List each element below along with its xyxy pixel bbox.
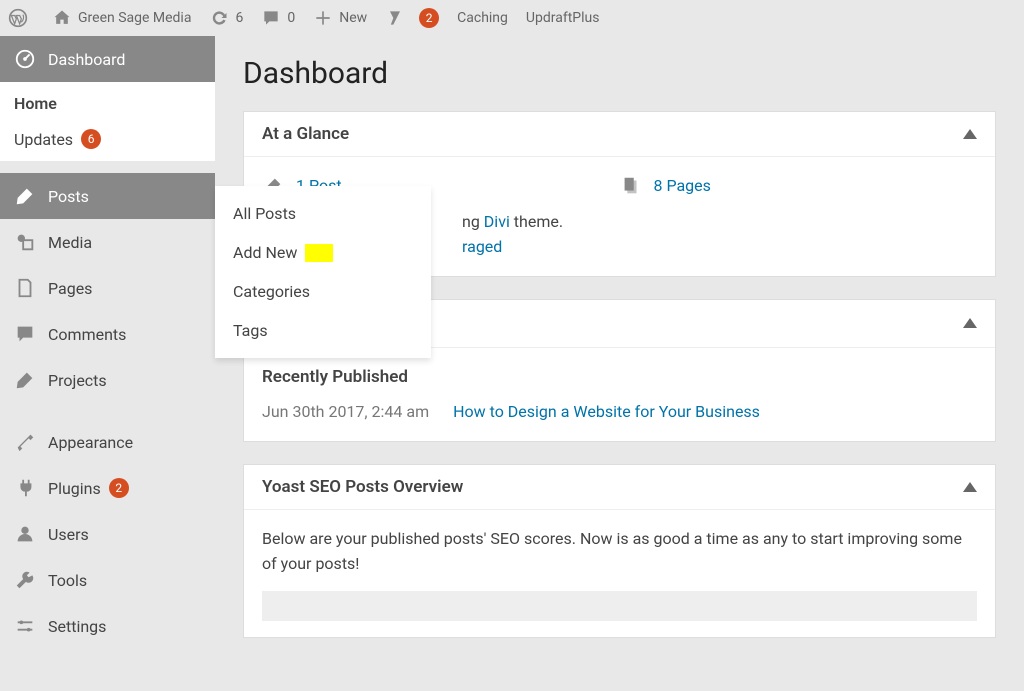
menu-media[interactable]: Media [0,219,215,265]
menu-posts[interactable]: Posts [0,173,215,219]
collapse-icon[interactable] [963,129,977,139]
recent-post-link[interactable]: How to Design a Website for Your Busines… [453,402,760,421]
menu-users[interactable]: Users [0,511,215,557]
recently-published-heading: Recently Published [262,364,977,391]
menu-tools[interactable]: Tools [0,557,215,603]
submenu-updates[interactable]: Updates6 [0,121,215,157]
new-link[interactable]: New [313,8,367,28]
wp-logo-icon[interactable] [8,8,34,28]
yoast-description: Below are your published posts' SEO scor… [262,526,977,577]
posts-flyout: All Posts Add New Categories Tags [215,186,431,358]
updraft-link[interactable]: UpdraftPlus [526,10,600,26]
submenu-home[interactable]: Home [0,86,215,121]
menu-appearance[interactable]: Appearance [0,419,215,465]
yoast-panel: Yoast SEO Posts Overview Below are your … [243,464,996,638]
site-link[interactable]: Green Sage Media [52,8,191,28]
menu-projects[interactable]: Projects [0,357,215,403]
glance-pages[interactable]: 8 Pages [620,173,978,199]
yoast-bar [262,591,977,621]
yoast-link[interactable]: 2 [385,8,439,28]
menu-comments[interactable]: Comments [0,311,215,357]
menu-plugins[interactable]: Plugins2 [0,465,215,511]
caching-link[interactable]: Caching [457,10,508,26]
flyout-add-new[interactable]: Add New [215,233,431,272]
highlight-marker [305,244,333,262]
updates-link[interactable]: 6 [209,8,243,28]
menu-settings[interactable]: Settings [0,603,215,649]
flyout-categories[interactable]: Categories [215,272,431,311]
comments-link[interactable]: 0 [261,8,295,28]
menu-dashboard[interactable]: Dashboard [0,36,215,82]
post-date: Jun 30th 2017, 2:44 am [262,402,429,421]
collapse-icon[interactable] [963,318,977,328]
flyout-all-posts[interactable]: All Posts [215,194,431,233]
menu-pages[interactable]: Pages [0,265,215,311]
page-title: Dashboard [243,56,996,91]
collapse-icon[interactable] [963,482,977,492]
flyout-tags[interactable]: Tags [215,311,431,350]
